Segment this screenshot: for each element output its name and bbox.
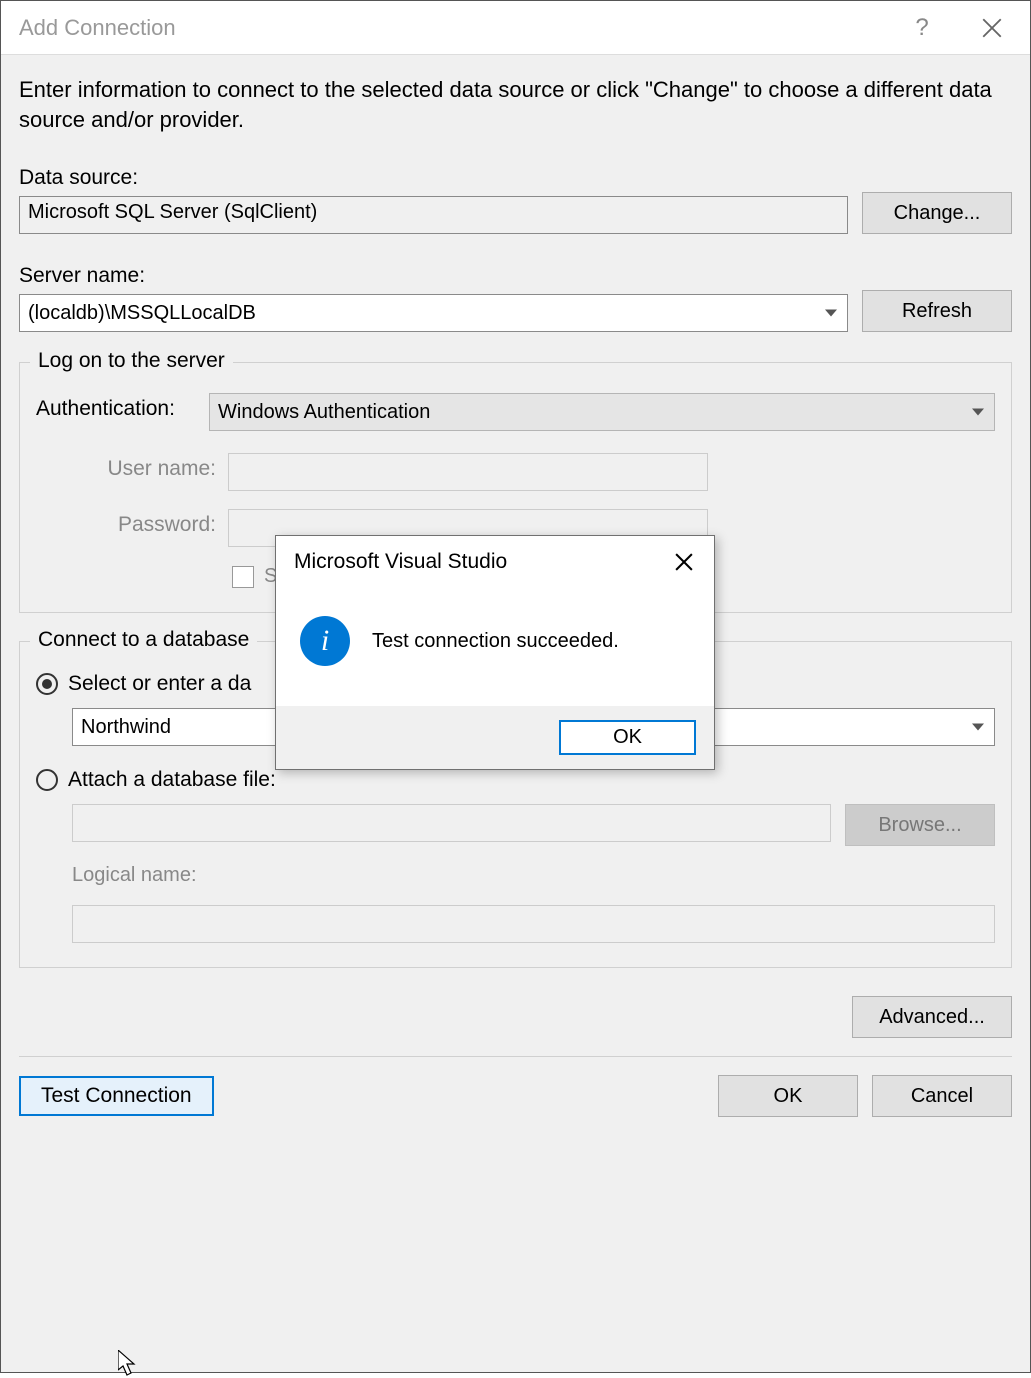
- password-label: Password:: [76, 513, 216, 537]
- logical-name-input: [72, 905, 995, 943]
- select-db-radio[interactable]: [36, 673, 58, 695]
- message-box-close-icon[interactable]: [672, 550, 696, 574]
- logon-legend: Log on to the server: [30, 349, 233, 373]
- message-box: Microsoft Visual Studio i Test connectio…: [275, 535, 715, 770]
- attach-file-input: [72, 804, 831, 842]
- message-box-ok-button[interactable]: OK: [559, 720, 696, 755]
- advanced-button[interactable]: Advanced...: [852, 996, 1012, 1038]
- select-db-radio-label: Select or enter a da: [68, 672, 251, 696]
- authentication-label: Authentication:: [36, 397, 191, 421]
- database-name-value: Northwind: [81, 716, 171, 739]
- save-password-checkbox: [232, 566, 254, 588]
- test-connection-button[interactable]: Test Connection: [19, 1076, 214, 1116]
- message-box-titlebar: Microsoft Visual Studio: [276, 536, 714, 582]
- data-source-label: Data source:: [19, 166, 848, 190]
- instructions-text: Enter information to connect to the sele…: [19, 75, 1012, 134]
- info-icon: i: [300, 616, 350, 666]
- cancel-button[interactable]: Cancel: [872, 1075, 1012, 1117]
- browse-button: Browse...: [845, 804, 995, 846]
- attach-file-radio[interactable]: [36, 769, 58, 791]
- username-input: [228, 453, 708, 491]
- attach-file-radio-row[interactable]: Attach a database file:: [36, 768, 995, 792]
- database-legend: Connect to a database: [30, 628, 257, 652]
- ok-button[interactable]: OK: [718, 1075, 858, 1117]
- titlebar: Add Connection ?: [1, 1, 1030, 55]
- authentication-combo[interactable]: Windows Authentication: [209, 393, 995, 431]
- username-label: User name:: [76, 457, 216, 481]
- message-box-text: Test connection succeeded.: [372, 630, 619, 653]
- message-box-title: Microsoft Visual Studio: [294, 550, 672, 574]
- separator: [19, 1056, 1012, 1057]
- server-name-value: (localdb)\MSSQLLocalDB: [28, 302, 256, 325]
- logical-name-label: Logical name:: [72, 864, 995, 887]
- server-name-combo[interactable]: (localdb)\MSSQLLocalDB: [19, 294, 848, 332]
- data-source-field: Microsoft SQL Server (SqlClient): [19, 196, 848, 234]
- close-icon[interactable]: [972, 8, 1012, 48]
- help-icon[interactable]: ?: [902, 8, 942, 48]
- attach-file-radio-label: Attach a database file:: [68, 768, 276, 792]
- change-button[interactable]: Change...: [862, 192, 1012, 234]
- server-name-label: Server name:: [19, 264, 848, 288]
- refresh-button[interactable]: Refresh: [862, 290, 1012, 332]
- dialog-title: Add Connection: [19, 15, 872, 41]
- authentication-value: Windows Authentication: [218, 401, 430, 424]
